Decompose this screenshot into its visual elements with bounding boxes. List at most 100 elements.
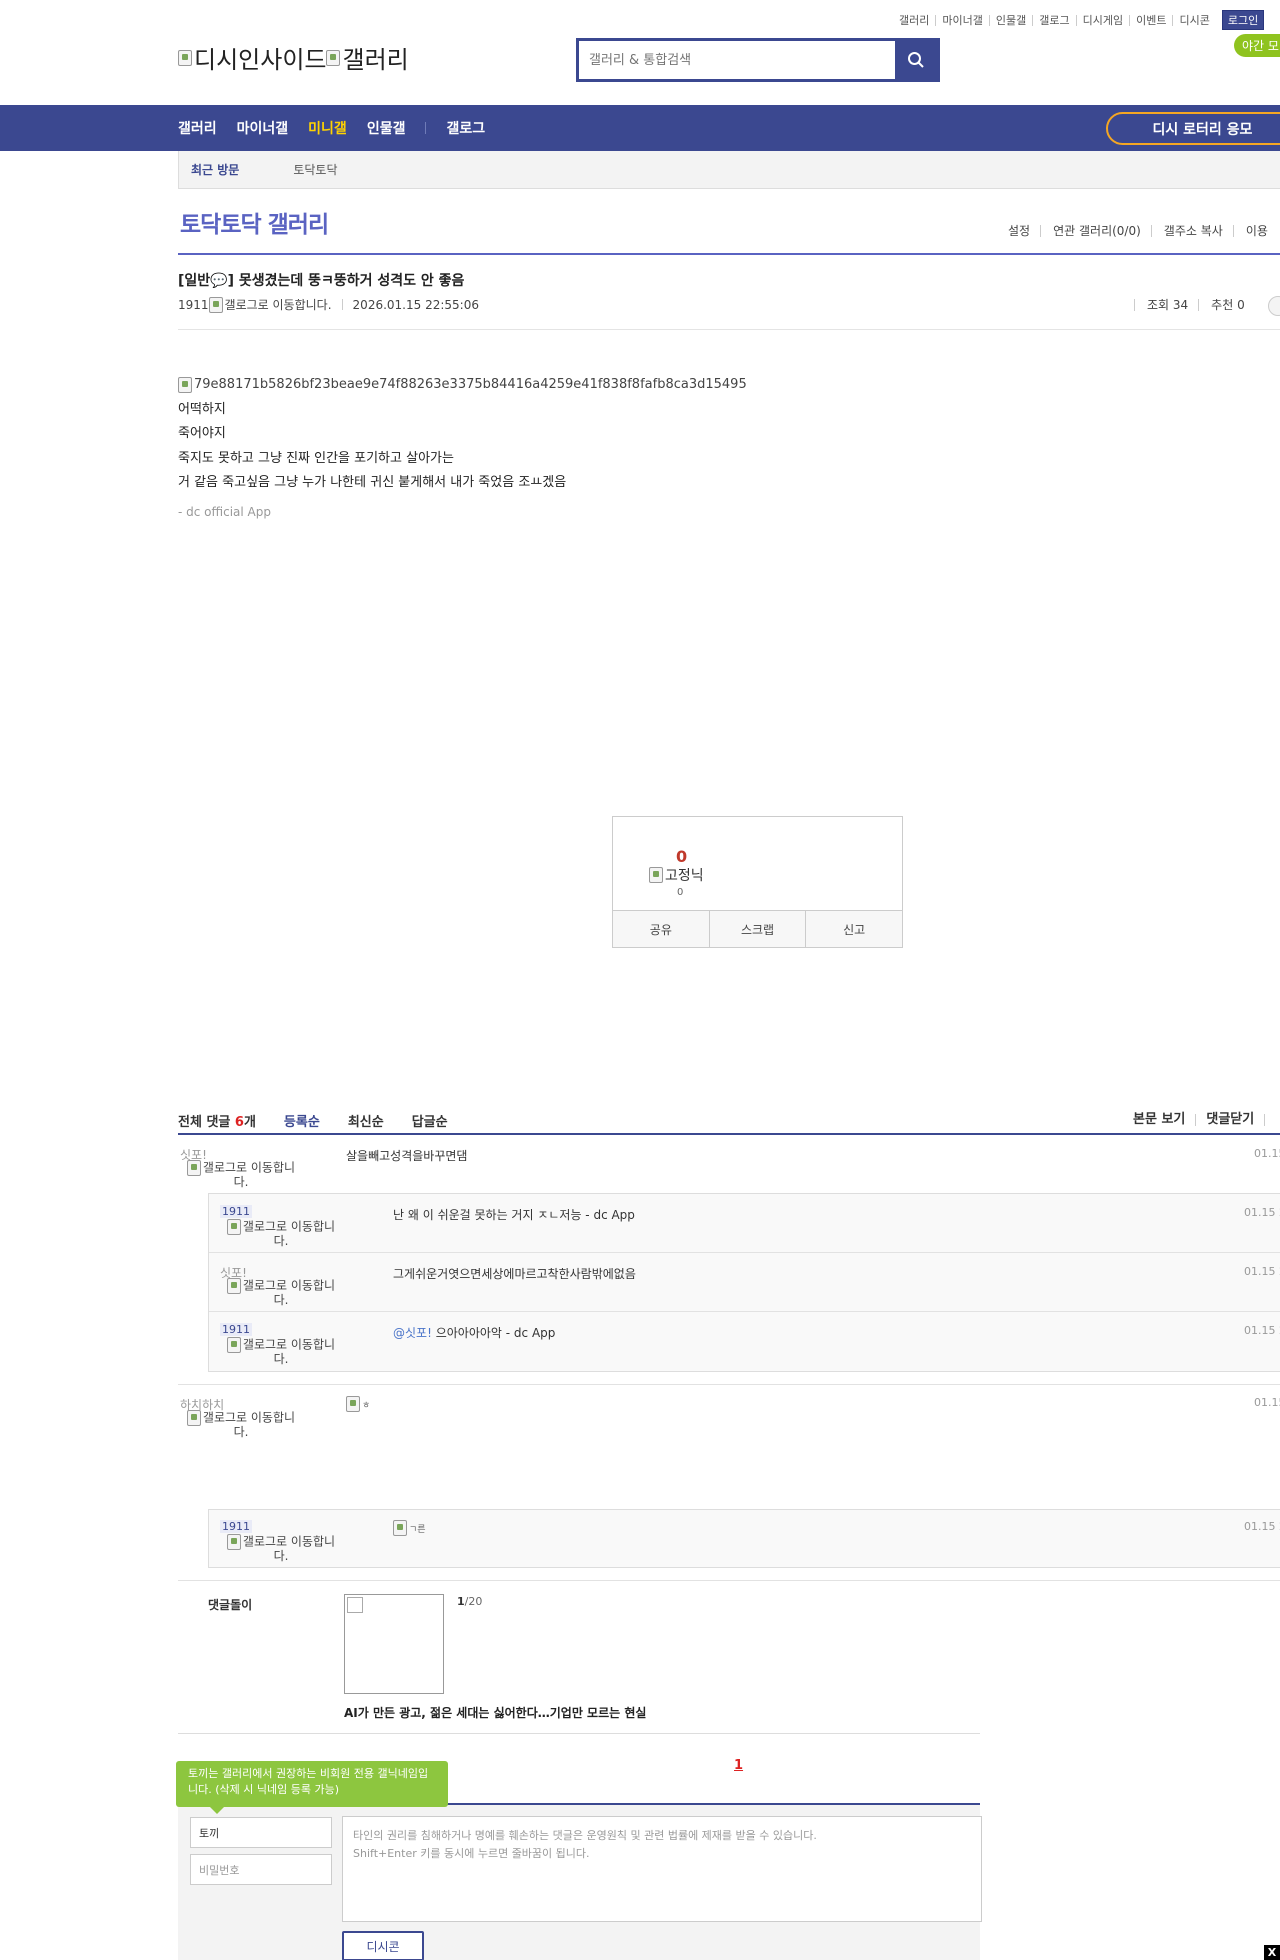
sort-latest[interactable]: 최신순 [348, 1111, 384, 1130]
recent-visit-bar: 최근 방문 토닥토닥 [178, 151, 1280, 189]
settings-link[interactable]: 설정 [1000, 225, 1040, 237]
lottery-button[interactable]: 디시 로터리 응모 [1106, 112, 1280, 145]
meta-divider [341, 299, 343, 310]
util-link-person[interactable]: 인물갤 [988, 14, 1032, 26]
dccon-button[interactable]: 디시콘 [342, 1931, 424, 1960]
main-nav: 갤러리 마이너갤 미니갤 인물갤 갤로그 [178, 105, 505, 151]
comment-bot-label: 댓글돌이 [208, 1598, 253, 1612]
nav-gallery[interactable]: 갤러리 [178, 118, 217, 138]
post-author[interactable]: 1911 [178, 298, 209, 312]
post-line: 죽어야지 [178, 426, 226, 441]
comment-date: 01.15 [1254, 1396, 1280, 1409]
share-button[interactable]: 공유 [613, 911, 709, 947]
copy-address-link[interactable]: 갤주소 복사 [1150, 225, 1233, 237]
util-link-gallog[interactable]: 갤로그 [1032, 14, 1075, 26]
nickname-tooltip: 토끼는 갤러리에서 권장하는 비회원 전용 갤닉네임입니다. (삭제 시 닉네임… [176, 1761, 448, 1814]
news-page-total: /20 [464, 1595, 483, 1608]
logo-text-dcinside: 디시인사이드 [194, 46, 327, 74]
sort-registered[interactable]: 등록순 [284, 1111, 320, 1130]
comments-divider [178, 1133, 1280, 1135]
gallog-alt: 갤로그로 이동합니다. [242, 1534, 336, 1563]
search-input[interactable] [579, 41, 895, 79]
gallog-link[interactable]: 갤로그로 이동합니다. [221, 1278, 341, 1306]
gallog-icon[interactable] [208, 296, 223, 313]
comment-divider [178, 1580, 1280, 1581]
broken-image-icon [326, 49, 341, 66]
view-post-link[interactable]: 본문 보기 [1123, 1113, 1195, 1126]
gallog-alt: 갤로그로 이동합니다. [242, 1337, 336, 1366]
more-options-button[interactable] [1268, 296, 1280, 316]
usage-link[interactable]: 이용 [1232, 225, 1278, 237]
post-line: 죽지도 못하고 그냥 진짜 인간을 포기하고 살아가는 [178, 450, 454, 466]
post-image-alt: 79e88171b5826bf23beae9e74f88263e3375b844… [194, 377, 747, 392]
comment-date: 01.15 [1254, 1147, 1280, 1160]
news-headline[interactable]: AI가 만든 광고, 젊은 세대는 싫어한다…기업만 모르는 현실 [344, 1704, 646, 1721]
post-image[interactable]: 79e88171b5826bf23beae9e74f88263e3375b844… [178, 373, 747, 398]
broken-image-icon [226, 1534, 241, 1550]
fixed-nick-recommend[interactable]: 고정닉 [649, 865, 704, 885]
post-body: 79e88171b5826bf23beae9e74f88263e3375b844… [178, 373, 747, 524]
gallog-link[interactable]: 갤로그로 이동합니다. [221, 1337, 341, 1365]
reply-list [208, 1509, 1280, 1568]
recent-visit-label[interactable]: 최근 방문 [191, 161, 239, 178]
scrap-button[interactable]: 스크랩 [708, 911, 806, 947]
recommend-actions: 공유 스크랩 신고 [613, 910, 902, 947]
nav-gallog[interactable]: 갤로그 [446, 118, 485, 138]
nav-mini-gallery[interactable]: 미니갤 [308, 118, 347, 138]
login-button[interactable]: 로그인 [1221, 10, 1265, 30]
util-link-dccon[interactable]: 디시콘 [1172, 14, 1215, 26]
comment-header-more[interactable] [1264, 1114, 1280, 1126]
recent-visit-item[interactable]: 토닥토닥 [293, 161, 337, 178]
gallog-link[interactable]: 갤로그로 이동합니다. [221, 1534, 341, 1562]
reply-text-body: 으아아아아악 - dc App [431, 1326, 556, 1340]
gallog-link[interactable]: 갤로그로 이동합니다. [181, 1160, 301, 1188]
reply-nick[interactable]: 1911 [220, 1323, 252, 1336]
comment-page-1[interactable]: 1 [734, 1758, 743, 1773]
reply-list [208, 1193, 1280, 1372]
broken-image-icon [186, 1160, 201, 1176]
broken-image-icon [226, 1219, 241, 1235]
reply-image-alt: ㄱ른 [409, 1524, 426, 1535]
recommend-box: 0 고정닉 0 공유 스크랩 신고 [612, 816, 903, 948]
post-stats: 조회 34 추천 0 [1134, 299, 1255, 311]
sort-replies[interactable]: 답글순 [412, 1111, 448, 1130]
gallog-link[interactable]: 갤로그로 이동합니다. [221, 1219, 341, 1247]
related-gallery-link[interactable]: 연관 갤러리(0/0) [1040, 225, 1151, 237]
comment-textarea[interactable]: 타인의 권리를 침해하거나 명예를 훼손하는 댓글은 운영원칙 및 관련 법률에… [342, 1816, 982, 1922]
news-thumbnail[interactable] [344, 1594, 444, 1694]
gallog-alt: 갤로그로 이동합니다. [202, 1410, 296, 1439]
post-meta: 1911 갤로그로 이동합니다. 2026.01.15 22:55:06 [178, 296, 479, 313]
util-link-gallery[interactable]: 갤러리 [893, 15, 935, 26]
name-field[interactable]: 토끼 [190, 1817, 332, 1848]
reply-text: 그게쉬운거엿으면세상에마르고착한사람밖에없음 [393, 1267, 636, 1281]
util-link-minor[interactable]: 마이너갤 [935, 14, 988, 26]
broken-image-icon [346, 1396, 360, 1412]
search-button[interactable] [895, 41, 937, 79]
comment-image[interactable]: ㅎ [346, 1396, 370, 1412]
reply-mention[interactable]: @싯포! [393, 1326, 432, 1340]
post-date: 2026.01.15 22:55:06 [352, 297, 479, 312]
night-mode-button[interactable]: 야간 모 [1234, 34, 1280, 57]
post-title: [일반💬] 못생겼는데 뚱ㅋ뚱하거 성격도 안 좋음 [178, 273, 465, 289]
reply-date: 01.15 2 [1244, 1265, 1280, 1278]
gallog-link[interactable]: 갤로그로 이동합니다. [181, 1410, 301, 1438]
util-link-dcgame[interactable]: 디시게임 [1075, 14, 1129, 26]
reply-nick[interactable]: 1911 [220, 1520, 252, 1533]
comment-text: 살을빼고성격을바꾸면댐 [346, 1149, 468, 1163]
report-button[interactable]: 신고 [805, 911, 902, 947]
post-header-divider [178, 329, 1280, 330]
close-icon[interactable]: X [1264, 1945, 1280, 1960]
password-field[interactable]: 비밀번호 [190, 1854, 332, 1885]
nav-minor-gallery[interactable]: 마이너갤 [237, 118, 289, 138]
broken-image-icon [226, 1337, 241, 1353]
gallery-title[interactable]: 토닥토닥 갤러리 [180, 205, 329, 239]
nav-person-gallery[interactable]: 인물갤 [367, 118, 406, 138]
close-comments-link[interactable]: 댓글닫기 [1195, 1113, 1264, 1126]
util-link-event[interactable]: 이벤트 [1129, 14, 1172, 26]
gallog-link[interactable]: 갤로그로 이동합니다. [225, 296, 332, 313]
post-line: 거 같음 죽고싶음 그냥 누가 나한테 귀신 붙게해서 내가 죽었음 조ㅛ겠음 [178, 475, 567, 490]
comment-divider [178, 1384, 1280, 1385]
site-logo[interactable]: 디시인사이드 갤러리 [178, 40, 409, 75]
reply-image[interactable]: ㄱ른 [393, 1520, 426, 1536]
reply-nick[interactable]: 1911 [220, 1205, 252, 1218]
